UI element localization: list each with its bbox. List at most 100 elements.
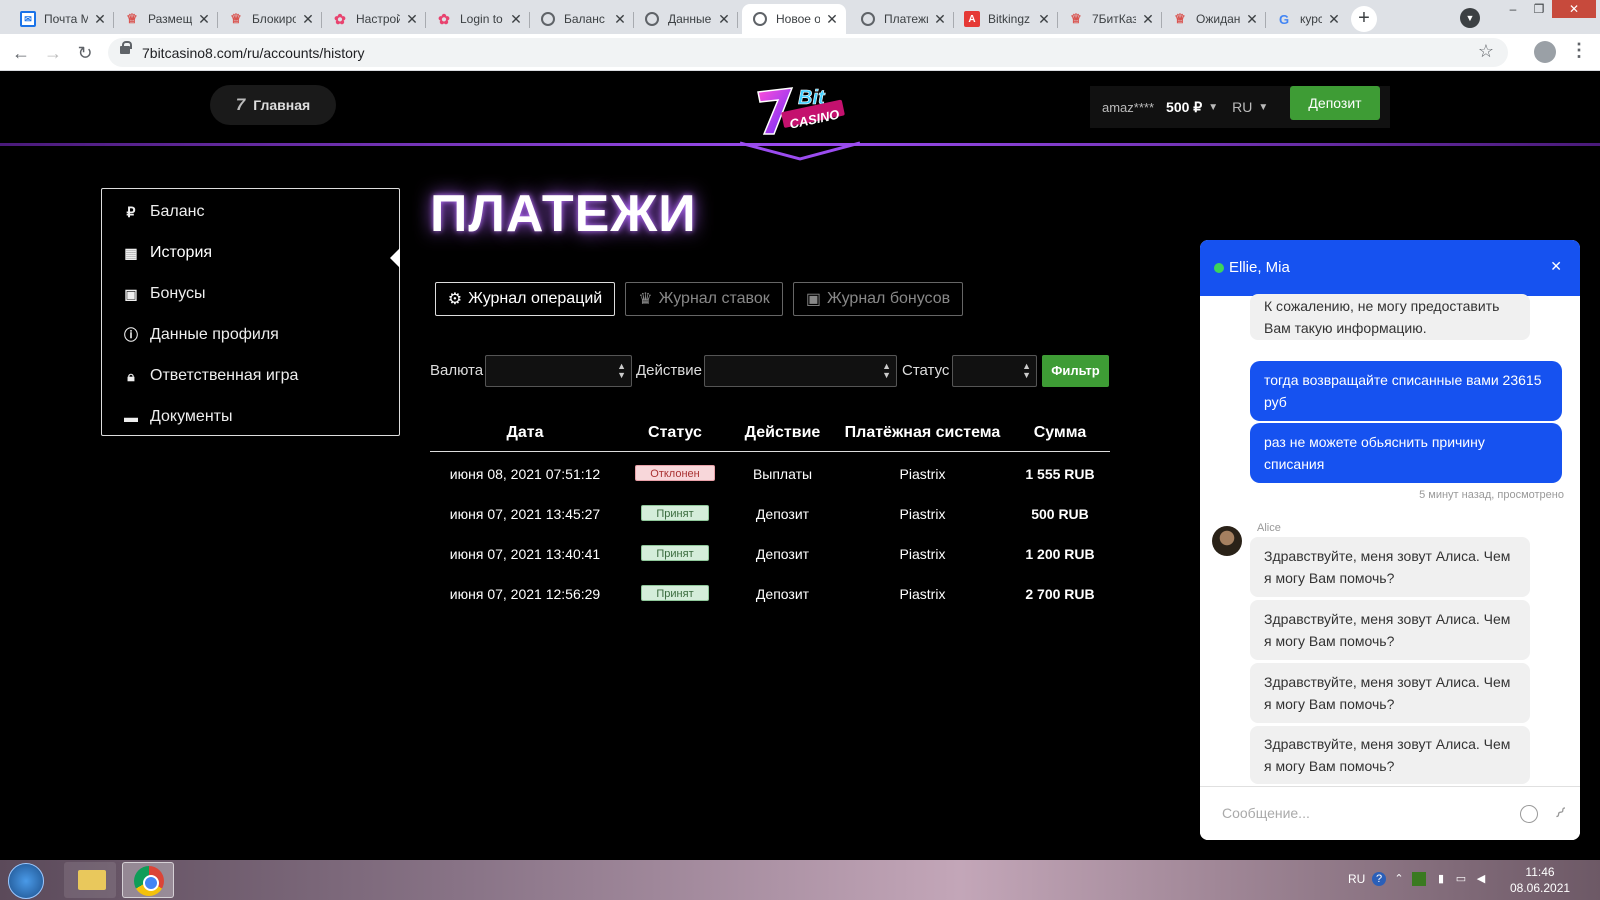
explorer-taskbar-button[interactable] <box>64 862 116 898</box>
globe-icon <box>860 11 876 27</box>
new-tab-button[interactable]: + <box>1351 6 1377 32</box>
close-icon[interactable]: ✕ <box>716 11 732 28</box>
casino-logo[interactable]: Bit CASINO <box>752 78 852 140</box>
kebab-menu-icon[interactable]: ⋮ <box>1570 40 1588 61</box>
amount-cell: 1 200 RUB <box>1025 546 1095 562</box>
reload-icon[interactable]: ↻ <box>72 40 98 66</box>
network-icon[interactable]: ▮ <box>1434 872 1448 886</box>
globe-icon <box>644 11 660 27</box>
tab-title: Ожидание <box>1196 12 1240 26</box>
chevron-down-icon[interactable]: ▼ <box>1208 102 1218 113</box>
flower-icon: ✿ <box>438 10 450 27</box>
tab-bets-journal[interactable]: ♛ Журнал ставок <box>625 282 783 316</box>
nvidia-icon[interactable] <box>1412 872 1426 886</box>
start-button[interactable] <box>8 863 44 899</box>
close-icon[interactable]: ✕ <box>1140 11 1156 28</box>
chat-header: Ellie, Mia ✕ <box>1200 240 1580 296</box>
close-icon[interactable]: ✕ <box>1244 11 1260 28</box>
close-icon[interactable]: ✕ <box>1550 258 1562 275</box>
bookmark-star-icon[interactable]: ☆ <box>1478 41 1494 62</box>
table-header: Дата Статус Действие Платёжная система С… <box>430 420 1110 452</box>
action-cell: Депозит <box>755 586 810 602</box>
url-field[interactable]: 7bitcasino8.com/ru/accounts/history ☆ <box>108 38 1508 67</box>
profile-avatar-icon[interactable] <box>1534 41 1556 63</box>
browser-tab[interactable]: Данные ✕ <box>634 4 738 34</box>
red-a-icon: A <box>964 11 980 27</box>
message-input[interactable]: Сообщение... <box>1222 805 1310 821</box>
agent-name: Alice <box>1257 522 1281 534</box>
chat-message-user: тогда возвращайте списанные вами 23615 р… <box>1250 361 1562 421</box>
system-clock[interactable]: 11:46 08.06.2021 <box>1510 864 1570 896</box>
sidebar-item-profile[interactable]: ⓘ Данные профиля <box>122 321 279 349</box>
flower-icon: ✿ <box>334 10 346 27</box>
select-arrows-icon: ▲ ▼ <box>882 361 891 380</box>
close-icon[interactable]: ✕ <box>612 11 628 28</box>
close-icon[interactable]: ✕ <box>824 11 840 28</box>
forward-icon[interactable]: → <box>40 40 66 66</box>
window-close-icon[interactable]: ✕ <box>1552 0 1596 18</box>
close-icon[interactable]: ✕ <box>92 11 108 28</box>
expand-tray-icon[interactable]: ⌃ <box>1392 872 1406 886</box>
currency-select[interactable]: ▲ ▼ <box>485 355 632 387</box>
crown-icon: ♕ <box>126 11 138 26</box>
browser-tab[interactable]: ♕ Ожидание ✕ <box>1162 4 1266 34</box>
filter-button[interactable]: Фильтр <box>1042 355 1109 387</box>
tab-operations-journal[interactable]: ⚙ Журнал операций <box>435 282 615 316</box>
status-select[interactable]: ▲ ▼ <box>952 355 1037 387</box>
sidebar-item-bonuses[interactable]: ▣ Бонусы <box>122 280 205 308</box>
globe-icon <box>540 11 556 27</box>
emoji-icon[interactable] <box>1520 805 1538 823</box>
chevron-down-icon[interactable]: ▼ <box>1258 102 1268 113</box>
seven-logo-icon: 7 <box>235 95 246 114</box>
close-icon[interactable]: ✕ <box>932 11 948 28</box>
status-badge: Отклонен <box>635 465 715 481</box>
google-icon: G <box>1278 11 1290 27</box>
help-icon[interactable]: ? <box>1372 872 1386 886</box>
home-button[interactable]: 7 Главная <box>210 85 336 125</box>
browser-tab[interactable]: ✿ Login to ✕ <box>426 4 530 34</box>
browser-tab[interactable]: ♕ 7БитКазино ✕ <box>1058 4 1162 34</box>
table-row: июня 07, 2021 13:45:27 Принят Депозит Pi… <box>430 494 1110 534</box>
sidebar-item-responsible-gaming[interactable]: 🔒︎ Ответственная игра <box>122 362 298 390</box>
browser-tab[interactable]: Баланс ✕ <box>530 4 634 34</box>
browser-tab[interactable]: G курс доллара ✕ <box>1266 4 1348 34</box>
close-icon[interactable]: ✕ <box>196 11 212 28</box>
close-icon[interactable]: ✕ <box>300 11 316 28</box>
deposit-button[interactable]: Депозит <box>1290 86 1380 120</box>
browser-tab[interactable]: ✉ Почта Mail.ru ✕ <box>10 4 114 34</box>
action-select[interactable]: ▲ ▼ <box>704 355 897 387</box>
tab-search-icon[interactable]: ▼ <box>1460 8 1480 28</box>
sidebar-item-history[interactable]: ▦ История <box>122 239 212 267</box>
chrome-taskbar-button[interactable] <box>122 862 174 898</box>
browser-tab[interactable]: Платежи ✕ <box>850 4 954 34</box>
input-language[interactable]: RU <box>1348 872 1365 886</box>
balance-value[interactable]: 500 ₽ <box>1166 99 1202 116</box>
browser-tab[interactable]: ✿ Настройки ✕ <box>322 4 426 34</box>
browser-tab[interactable]: ♕ Блокировка ✕ <box>218 4 322 34</box>
sidebar-item-label: Данные профиля <box>150 326 279 343</box>
chat-message-agent: Здравствуйте, меня зовут Алиса. Чем я мо… <box>1250 600 1530 660</box>
volume-icon[interactable]: ◀ <box>1474 872 1488 886</box>
back-icon[interactable]: ← <box>8 40 34 66</box>
language-selector[interactable]: RU <box>1232 99 1252 115</box>
browser-tab[interactable]: ♕ Размещение ✕ <box>114 4 218 34</box>
sidebar-item-documents[interactable]: ▬ Документы <box>122 403 232 431</box>
close-icon[interactable]: ✕ <box>508 11 524 28</box>
tab-title: Новое окно <box>776 12 820 26</box>
tab-bonuses-journal[interactable]: ▣ Журнал бонусов <box>793 282 963 316</box>
browser-tab-active[interactable]: Новое окно ✕ <box>742 4 846 34</box>
usb-icon[interactable]: ▭ <box>1454 872 1468 886</box>
username[interactable]: amaz**** <box>1102 100 1154 115</box>
browser-tab[interactable]: A Bitkingz ✕ <box>954 4 1058 34</box>
close-icon[interactable]: ✕ <box>404 11 420 28</box>
minimize-icon[interactable]: – <box>1500 0 1526 18</box>
close-icon[interactable]: ✕ <box>1326 11 1342 28</box>
chat-message-agent: К сожалению, не могу предоставить Вам та… <box>1250 294 1530 340</box>
attach-icon[interactable]: ⌇ <box>1550 803 1570 823</box>
restore-icon[interactable]: ❐ <box>1526 0 1552 18</box>
close-icon[interactable]: ✕ <box>1036 11 1052 28</box>
column-header: Действие <box>744 424 821 441</box>
sidebar-item-balance[interactable]: ₽ Баланс <box>122 198 205 226</box>
calendar-icon: ▦ <box>124 244 138 261</box>
column-header: Платёжная система <box>844 424 1001 441</box>
